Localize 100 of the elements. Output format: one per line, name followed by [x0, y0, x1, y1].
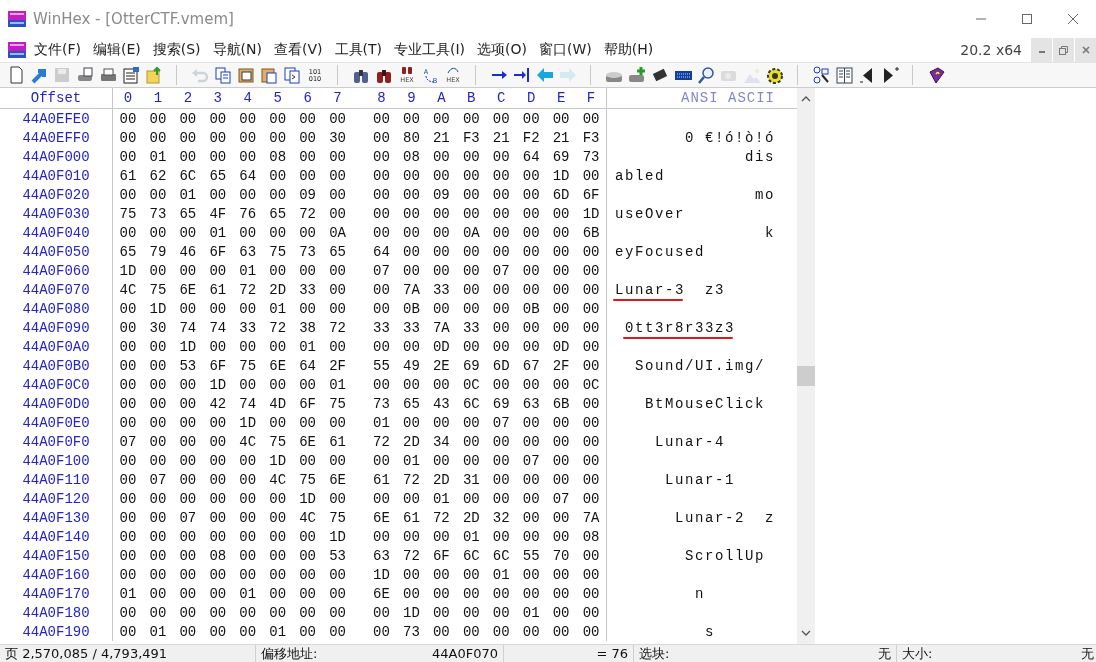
hex-byte: 00 — [521, 281, 541, 298]
menu-item[interactable]: 帮助(H) — [597, 41, 660, 59]
hex-byte: 00 — [238, 224, 258, 241]
hex-byte: 6F — [208, 243, 228, 260]
hex-byte: 00 — [551, 585, 571, 602]
hex-byte: 00 — [551, 243, 571, 260]
hex-byte: 00 — [328, 585, 347, 602]
hex-byte: 00 — [521, 623, 541, 640]
clipboard-icon[interactable] — [236, 66, 255, 84]
hex-byte: 61 — [118, 167, 138, 184]
child-minimize-button[interactable] — [1031, 38, 1052, 62]
hex-byte: 00 — [298, 566, 317, 583]
ascii-text: Sound/UI.img/ — [634, 357, 766, 374]
curved-arrow-icon[interactable] — [29, 66, 48, 84]
hex-byte: 00 — [581, 433, 601, 450]
hex-byte: 00 — [491, 490, 511, 507]
hex-byte: 00 — [298, 148, 317, 165]
offset-cell: 44A0F0C0 — [22, 376, 90, 393]
menu-item[interactable]: 专业工具(I) — [388, 41, 472, 59]
hex-byte: 00 — [208, 433, 228, 450]
copy-pages-icon[interactable] — [213, 66, 232, 84]
hex-byte: 00 — [328, 604, 347, 621]
hex-byte: 00 — [118, 414, 138, 431]
child-close-button[interactable] — [1075, 38, 1096, 62]
menu-item[interactable]: 窗口(W) — [533, 41, 598, 59]
block-pages-icon[interactable] — [282, 66, 301, 84]
hex-byte: 00 — [118, 357, 138, 374]
hex-byte: 33 — [461, 319, 481, 336]
hex-byte: 00 — [328, 623, 347, 640]
search-icon[interactable] — [696, 66, 715, 84]
menu-item[interactable]: 工具(T) — [328, 41, 388, 59]
printer-icon[interactable] — [98, 66, 117, 84]
menu-item[interactable]: 导航(N) — [206, 41, 268, 59]
menu-item[interactable]: 搜索(S) — [146, 41, 207, 59]
hex-byte: 07 — [148, 471, 168, 488]
hex-byte: 00 — [402, 566, 421, 583]
column-header: 9 — [406, 90, 417, 106]
hex-byte: 00 — [208, 300, 228, 317]
node-tree-icon[interactable] — [811, 66, 830, 84]
hex-byte: 00 — [238, 452, 258, 469]
scrollbar-thumb[interactable] — [797, 366, 815, 386]
hex-byte: 00 — [491, 300, 511, 317]
hex-byte: 6E — [328, 471, 347, 488]
hex-byte: 00 — [431, 167, 451, 184]
hex-byte: 64 — [238, 167, 258, 184]
hex-byte: 00 — [178, 262, 198, 279]
drive-icon[interactable] — [75, 66, 94, 84]
hex-byte: 21 — [551, 129, 571, 146]
hex-byte: 00 — [148, 547, 168, 564]
hex-byte: 55 — [521, 547, 541, 564]
properties-sheet-icon[interactable] — [121, 66, 140, 84]
menu-item[interactable]: 查看(V) — [268, 41, 329, 59]
menu-item[interactable]: 选项(O) — [471, 41, 533, 59]
hex-byte: 6D — [491, 357, 511, 374]
hex-byte: 00 — [402, 414, 421, 431]
hex-byte: 00 — [461, 243, 481, 260]
hex-byte: 00 — [431, 623, 451, 640]
paste-clipboard-icon[interactable] — [259, 66, 278, 84]
hex-byte: 21 — [491, 129, 511, 146]
hex-byte: 00 — [521, 224, 541, 241]
column-header: 2 — [182, 90, 194, 106]
hex-byte: 72 — [402, 547, 421, 564]
hex-byte: 73 — [581, 148, 601, 165]
hex-byte: 2D — [402, 433, 421, 450]
hex-byte: 6B — [581, 224, 601, 241]
hex-byte: 00 — [461, 110, 481, 127]
hex-byte: 30 — [148, 319, 168, 336]
ascii-text: Lunar-4 — [654, 433, 725, 450]
columns-icon[interactable] — [834, 66, 853, 84]
child-restore-button[interactable] — [1053, 38, 1074, 62]
hex-byte: 0D — [431, 338, 451, 355]
hex-byte: 80 — [402, 129, 421, 146]
hex-byte: 01 — [298, 338, 317, 355]
offset-cell: 44A0F060 — [22, 262, 90, 279]
hex-byte: 01 — [118, 585, 138, 602]
hex-byte: 01 — [268, 300, 288, 317]
hex-byte: 38 — [298, 319, 317, 336]
folder-up-icon[interactable] — [144, 66, 163, 84]
hex-byte: 00 — [298, 623, 317, 640]
arrow-to-bar-icon[interactable] — [512, 66, 531, 84]
offset-cell: 44A0EFE0 — [22, 110, 90, 127]
hex-byte: 07 — [178, 509, 198, 526]
hex-byte: 00 — [268, 129, 288, 146]
hex-byte: 1D — [178, 338, 198, 355]
vertical-scrollbar[interactable] — [797, 88, 815, 644]
hex-byte: 75 — [238, 357, 258, 374]
hex-byte: 2F — [328, 357, 347, 374]
gear-icon[interactable] — [765, 66, 784, 84]
hex-byte: 00 — [118, 224, 138, 241]
hex-byte: 6C — [178, 167, 198, 184]
menu-item[interactable]: 编辑(E) — [87, 41, 147, 59]
hex-byte: 0C — [461, 376, 481, 393]
hex-byte: 00 — [521, 186, 541, 203]
hex-byte: 1D — [328, 528, 347, 545]
app-logo-icon — [7, 41, 27, 59]
hex-byte: 00 — [581, 414, 601, 431]
hex-byte: 00 — [521, 433, 541, 450]
hex-byte: 00 — [328, 281, 347, 298]
menu-item[interactable]: 文件(F) — [28, 41, 87, 59]
hex-byte: 00 — [521, 509, 541, 526]
